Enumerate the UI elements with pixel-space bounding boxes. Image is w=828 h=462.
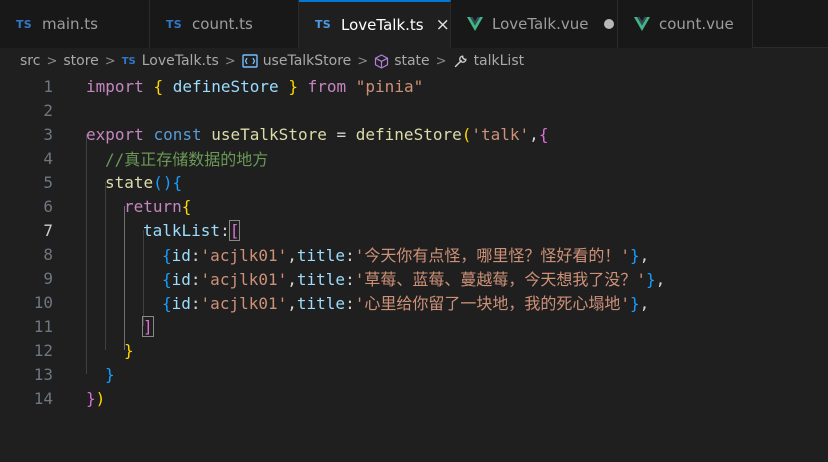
- line-number: 4: [43, 148, 53, 168]
- code-line: 12 }: [0, 338, 828, 362]
- typescript-file-icon: TS: [121, 55, 136, 67]
- line-number: 7: [43, 220, 53, 240]
- symbol-method-icon: [375, 53, 389, 69]
- line-number: 1: [43, 76, 53, 96]
- tab-lovetalk-ts[interactable]: TS LoveTalk.ts ×: [299, 0, 451, 48]
- breadcrumb-label: talkList: [473, 53, 525, 69]
- code-line: 6 return{: [0, 194, 828, 218]
- tab-lovetalk-vue[interactable]: LoveTalk.vue: [451, 0, 618, 48]
- line-number: 9: [43, 268, 53, 288]
- line-number: 2: [43, 100, 53, 120]
- symbol-property-wrench-icon: [454, 55, 467, 68]
- typescript-file-icon: TS: [166, 17, 183, 31]
- tab-label: count.vue: [659, 15, 734, 33]
- code-text: {id:'acjlk01',title:'心里给你留了一块地，我的死心塌地'},: [162, 294, 650, 313]
- code-line: 8 {id:'acjlk01',title:'今天你有点怪，哪里怪？怪好看的！'…: [0, 242, 828, 266]
- tab-count-vue[interactable]: count.vue: [618, 0, 753, 48]
- line-number: 11: [33, 316, 53, 336]
- code-editor[interactable]: 1 import { defineStore } from "pinia" 2 …: [0, 74, 828, 462]
- breadcrumb: src > store > TS LoveTalk.ts > useTalkSt…: [0, 48, 828, 74]
- tab-label: main.ts: [42, 15, 98, 33]
- breadcrumb-label: LoveTalk.ts: [141, 53, 219, 69]
- typescript-file-icon: TS: [16, 17, 33, 31]
- line-number: 10: [33, 292, 53, 312]
- symbol-variable-icon: [241, 54, 258, 68]
- code-line: 3 export const useTalkStore = defineStor…: [0, 122, 828, 146]
- code-text: import { defineStore } from "pinia": [86, 76, 424, 96]
- tab-label: LoveTalk.vue: [492, 15, 589, 33]
- breadcrumb-item-symbol[interactable]: useTalkStore: [241, 53, 352, 69]
- code-comment: //真正存储数据的地方: [105, 150, 269, 169]
- code-text: }): [86, 388, 106, 408]
- vue-file-icon: [634, 17, 650, 31]
- editor-tab-bar: TS main.ts TS count.ts TS LoveTalk.ts × …: [0, 0, 828, 48]
- breadcrumb-item-property[interactable]: talkList: [453, 53, 525, 69]
- code-line: 5 state(){: [0, 170, 828, 194]
- close-icon[interactable]: ×: [436, 15, 450, 35]
- vue-file-icon: [467, 17, 483, 31]
- code-text: {id:'acjlk01',title:'草莓、蓝莓、蔓越莓，今天想我了没？'}…: [162, 270, 666, 289]
- unsaved-dot-icon[interactable]: [604, 19, 615, 29]
- code-text: ]: [142, 315, 154, 337]
- matched-bracket: ]: [142, 315, 154, 337]
- code-text: }: [105, 364, 115, 384]
- breadcrumb-item-store[interactable]: store: [63, 53, 98, 69]
- breadcrumb-item-src[interactable]: src: [20, 53, 40, 69]
- code-line: 4 //真正存储数据的地方: [0, 146, 828, 170]
- code-text: talkList:[: [143, 219, 241, 241]
- tab-count-ts[interactable]: TS count.ts: [150, 0, 299, 48]
- code-text: export const useTalkStore = defineStore(…: [86, 124, 549, 144]
- line-number: 12: [33, 340, 53, 360]
- line-number: 6: [43, 196, 53, 216]
- tab-main-ts[interactable]: TS main.ts: [0, 0, 150, 48]
- code-line: 14 }): [0, 386, 828, 410]
- breadcrumb-label: state: [394, 53, 430, 69]
- line-number: 8: [43, 244, 53, 264]
- code-line: 2: [0, 98, 828, 122]
- line-number: 13: [33, 364, 53, 384]
- breadcrumb-item-method[interactable]: state: [374, 53, 430, 69]
- code-line: 1 import { defineStore } from "pinia": [0, 74, 828, 98]
- code-line: 11 ]: [0, 314, 828, 338]
- code-line: 9 {id:'acjlk01',title:'草莓、蓝莓、蔓越莓，今天想我了没？…: [0, 266, 828, 290]
- breadcrumb-item-file[interactable]: TS LoveTalk.ts: [122, 53, 219, 69]
- chevron-right-icon: >: [435, 53, 447, 69]
- matched-bracket: [: [228, 219, 241, 241]
- code-text: }: [124, 340, 134, 360]
- code-line: 10 {id:'acjlk01',title:'心里给你留了一块地，我的死心塌地…: [0, 290, 828, 314]
- typescript-file-icon: TS: [315, 18, 332, 31]
- line-number: 3: [43, 124, 53, 144]
- chevron-right-icon: >: [104, 53, 116, 69]
- line-number: 5: [43, 172, 53, 192]
- chevron-right-icon: >: [46, 53, 58, 69]
- chevron-right-icon: >: [224, 53, 236, 69]
- code-line-current: 7 talkList:[: [0, 218, 828, 242]
- tab-label: LoveTalk.ts: [341, 15, 424, 34]
- code-text: return{: [124, 196, 192, 216]
- chevron-right-icon: >: [357, 53, 369, 69]
- line-number: 14: [33, 388, 53, 408]
- breadcrumb-label: useTalkStore: [262, 53, 352, 69]
- tab-label: count.ts: [192, 15, 253, 33]
- code-line: 13 }: [0, 362, 828, 386]
- code-text: {id:'acjlk01',title:'今天你有点怪，哪里怪？怪好看的！'},: [162, 246, 650, 265]
- code-text: state(){: [105, 172, 183, 192]
